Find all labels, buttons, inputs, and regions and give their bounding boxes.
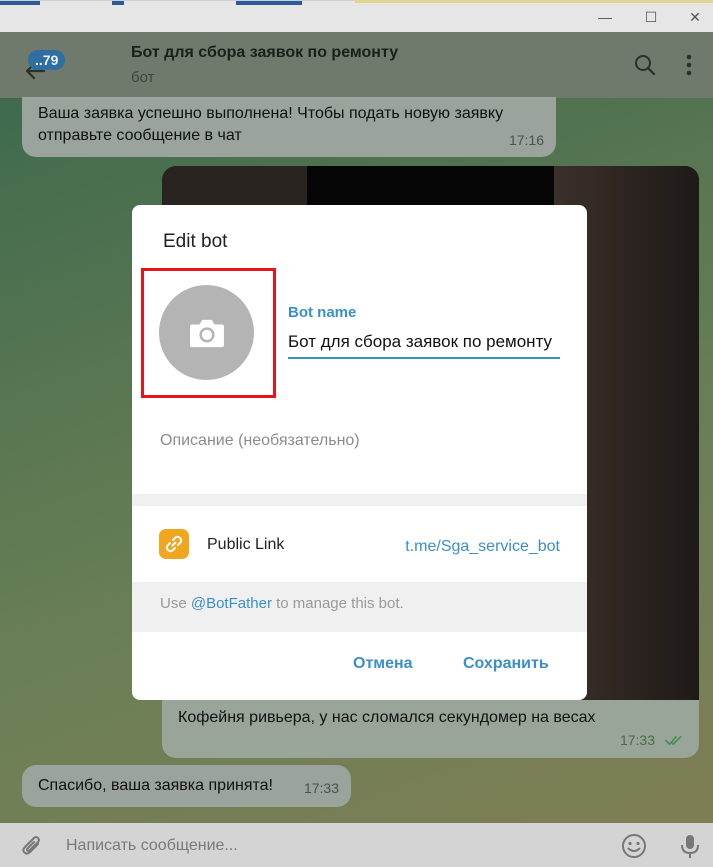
message-input[interactable] — [66, 833, 586, 859]
outgoing-message[interactable]: Кофейня ривьера, у нас сломался секундом… — [162, 700, 699, 758]
bot-name-input[interactable] — [288, 325, 560, 359]
minimize-button[interactable]: — — [594, 7, 616, 27]
titlebar-accent-strip — [112, 1, 124, 5]
section-divider — [132, 494, 587, 506]
hint-prefix: Use — [160, 595, 191, 612]
close-window-button[interactable]: ✕ — [684, 7, 706, 27]
message-time: 17:33 — [303, 780, 339, 796]
incoming-message[interactable]: Спасибо, ваша заявка принята! 17:33 — [22, 765, 351, 807]
message-text: Ваша заявка успешно выполнена! Чтобы под… — [38, 105, 504, 144]
cancel-button[interactable]: Отмена — [353, 655, 413, 673]
message-time: 17:16 — [508, 132, 544, 148]
message-time: 17:33 — [619, 732, 655, 748]
window-titlebar: — ☐ ✕ — [0, 0, 713, 32]
hint-suffix: to manage this bot. — [271, 595, 404, 612]
hint-block: Use @BotFather to manage this bot. — [132, 582, 587, 632]
search-icon[interactable] — [632, 52, 658, 78]
camera-icon — [189, 319, 224, 347]
bot-name-label: Bot name — [288, 304, 357, 321]
paperclip-icon[interactable] — [18, 832, 46, 860]
microphone-icon[interactable] — [676, 832, 704, 860]
chat-header: ..79 Бот для сбора заявок по ремонту бот — [0, 32, 713, 98]
back-button[interactable]: ..79 — [18, 50, 68, 84]
incoming-message[interactable]: Ваша заявка успешно выполнена! Чтобы под… — [22, 97, 556, 157]
titlebar-accent-strip — [355, 1, 713, 3]
public-link-row[interactable]: Public Link t.me/Sga_service_bot — [132, 506, 587, 582]
public-link-label: Public Link — [207, 536, 285, 553]
chat-title[interactable]: Бот для сбора заявок по ремонту — [131, 44, 398, 62]
save-button[interactable]: Сохранить — [463, 655, 549, 673]
public-link-value[interactable]: t.me/Sga_service_bot — [405, 538, 560, 556]
botfather-link[interactable]: @BotFather — [191, 595, 272, 612]
link-icon — [159, 529, 189, 559]
message-composer — [0, 823, 713, 867]
more-vertical-icon[interactable] — [676, 52, 702, 78]
dialog-title: Edit bot — [163, 231, 228, 252]
chat-subtitle: бот — [131, 69, 155, 86]
message-text: Спасибо, ваша заявка принята! — [38, 777, 273, 794]
titlebar-accent-strip — [236, 1, 302, 5]
message-text: Кофейня ривьера, у нас сломался секундом… — [178, 709, 596, 726]
description-input[interactable] — [160, 423, 560, 459]
double-check-icon — [665, 736, 682, 745]
maximize-button[interactable]: ☐ — [640, 7, 662, 27]
edit-bot-dialog: Edit bot Bot name Public Link t.me/Sga_s… — [132, 205, 587, 700]
titlebar-accent-strip — [0, 1, 40, 5]
emoji-icon[interactable] — [620, 832, 648, 860]
unread-count-badge: ..79 — [28, 50, 66, 70]
botfather-hint: Use @BotFather to manage this bot. — [160, 595, 404, 612]
avatar-upload-button[interactable] — [159, 285, 254, 380]
